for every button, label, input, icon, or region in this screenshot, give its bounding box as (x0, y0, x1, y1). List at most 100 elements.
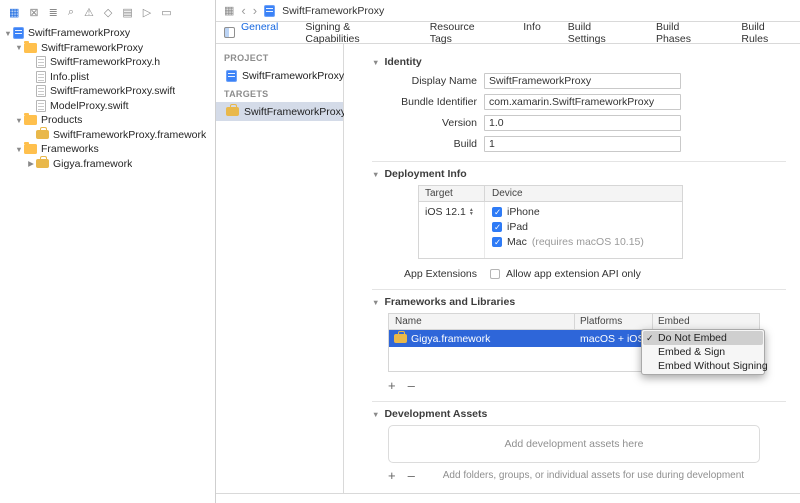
tab-resource-tags[interactable]: Resource Tags (430, 21, 497, 45)
tree-item-file[interactable]: SwiftFrameworkProxy.swift (0, 84, 215, 99)
frameworks-table-wrap: Name Platforms Embed Gigya.framework mac… (388, 313, 768, 375)
navigator-selector-bar: ▦ ⊠ ≣ ⌕ ⚠ ◇ ▤ ▷ ▭ (0, 0, 215, 24)
menu-item-embed-and-sign[interactable]: Embed & Sign (643, 345, 763, 359)
tab-signing-capabilities[interactable]: Signing & Capabilities (305, 21, 402, 45)
checkmark-icon: ✓ (646, 332, 654, 343)
disclosure-open-icon[interactable]: ▼ (14, 116, 24, 125)
general-settings-pane: ▼ Identity Display Name Bundle Identifie… (344, 44, 800, 493)
frameworks-add-remove: + – (388, 379, 786, 392)
field-label: Bundle Identifier (401, 96, 477, 108)
embed-dropdown-menu: ✓ Do Not Embed Embed & Sign Embed Withou… (641, 329, 768, 375)
device-label: iPhone (507, 206, 540, 218)
editor-pane-icon[interactable] (224, 27, 235, 38)
menu-item-label: Embed & Sign (658, 346, 726, 358)
disclosure-closed-icon[interactable]: ▶ (26, 159, 36, 168)
device-row-mac: Mac (requires macOS 10.15) (492, 236, 682, 248)
field-label: Version (441, 117, 477, 129)
plist-file-icon (36, 70, 46, 83)
report-navigator-icon[interactable]: ▭ (161, 6, 171, 19)
settings-tab-bar: General Signing & Capabilities Resource … (216, 21, 800, 45)
swift-file-icon (36, 99, 46, 112)
app-extensions-checkbox[interactable] (490, 269, 500, 279)
editor-area: ▦ ‹ › SwiftFrameworkProxy General Signin… (216, 0, 800, 503)
tab-build-settings[interactable]: Build Settings (568, 21, 629, 45)
iphone-checkbox[interactable] (492, 207, 502, 218)
target-item-label: SwiftFrameworkProxy (244, 105, 347, 118)
jump-bar-title[interactable]: SwiftFrameworkProxy (282, 5, 384, 17)
breakpoint-navigator-icon[interactable]: ▷ (143, 6, 151, 19)
tree-item-file[interactable]: Info.plist (0, 70, 215, 85)
forward-icon[interactable]: › (253, 4, 257, 17)
development-assets-footer: + – Add folders, groups, or individual a… (388, 469, 760, 482)
disclosure-open-icon: ▼ (372, 57, 380, 67)
field-label: Display Name (411, 75, 477, 87)
framework-target-icon (226, 104, 239, 116)
file-name: Gigya.framework (53, 157, 133, 170)
display-name-field[interactable] (484, 73, 681, 89)
project-item[interactable]: SwiftFrameworkProxy (216, 66, 344, 85)
bundle-identifier-field[interactable] (484, 94, 681, 110)
symbol-navigator-icon[interactable]: ≣ (49, 6, 58, 19)
frameworks-section-header[interactable]: ▼ Frameworks and Libraries (372, 296, 786, 308)
disclosure-open-icon[interactable]: ▼ (14, 145, 24, 154)
project-navigator-icon[interactable]: ▦ (9, 6, 19, 19)
target-column-header: Target (419, 186, 485, 201)
tabs: General Signing & Capabilities Resource … (241, 21, 792, 45)
development-assets-section-header[interactable]: ▼ Development Assets (372, 408, 786, 420)
device-label: Mac (507, 236, 527, 248)
tree-item-framework[interactable]: ▶ Gigya.framework (0, 156, 215, 172)
tree-item-group[interactable]: ▼ Frameworks (0, 142, 215, 157)
tree-item-file[interactable]: ModelProxy.swift (0, 99, 215, 114)
app-extensions-label: App Extensions (404, 268, 477, 280)
project-icon (13, 27, 24, 40)
display-name-row: Display Name (372, 73, 786, 89)
jump-bar: ▦ ‹ › SwiftFrameworkProxy (216, 0, 800, 22)
debug-navigator-icon[interactable]: ▤ (122, 6, 132, 19)
add-asset-button[interactable]: + (388, 469, 396, 482)
tab-build-rules[interactable]: Build Rules (741, 21, 792, 45)
disclosure-open-icon[interactable]: ▼ (14, 43, 24, 52)
tree-item-file[interactable]: SwiftFrameworkProxy.framework (0, 127, 215, 143)
mac-checkbox[interactable] (492, 237, 502, 248)
framework-icon (36, 127, 49, 140)
swift-file-icon (36, 85, 46, 98)
identity-section-header[interactable]: ▼ Identity (372, 56, 786, 68)
issue-navigator-icon[interactable]: ⚠ (84, 6, 94, 19)
version-field[interactable] (484, 115, 681, 131)
file-name: SwiftFrameworkProxy.swift (50, 85, 176, 98)
test-navigator-icon[interactable]: ◇ (104, 6, 112, 19)
device-column-header: Device (492, 188, 523, 199)
development-assets-empty-text: Add development assets here (504, 438, 644, 450)
back-icon[interactable]: ‹ (241, 4, 245, 17)
ipad-checkbox[interactable] (492, 222, 502, 233)
ios-version-popup[interactable]: iOS 12.1 ▲ ▼ (425, 206, 474, 218)
tree-item-group[interactable]: ▼ Products (0, 113, 215, 128)
project-section-header: PROJECT (224, 53, 269, 63)
source-control-navigator-icon[interactable]: ⊠ (29, 6, 38, 19)
file-name: SwiftFrameworkProxy.framework (53, 128, 207, 141)
disclosure-open-icon: ▼ (372, 297, 380, 307)
target-item[interactable]: SwiftFrameworkProxy (216, 102, 347, 121)
remove-asset-button[interactable]: – (408, 469, 415, 482)
project-targets-panel: PROJECT SwiftFrameworkProxy TARGETS Swif… (216, 44, 347, 493)
tab-build-phases[interactable]: Build Phases (656, 21, 714, 45)
deployment-info-section-header[interactable]: ▼ Deployment Info (372, 168, 786, 180)
tree-item-project[interactable]: ▼ SwiftFrameworkProxy (0, 26, 215, 41)
add-framework-button[interactable]: + (388, 379, 396, 392)
tab-info[interactable]: Info (523, 21, 541, 45)
device-label: iPad (507, 221, 529, 233)
development-assets-dropzone[interactable]: Add development assets here (388, 425, 760, 463)
build-field[interactable] (484, 136, 681, 152)
tree-item-file[interactable]: SwiftFrameworkProxy.h (0, 55, 215, 70)
tab-general[interactable]: General (241, 21, 278, 45)
tree-item-group[interactable]: ▼ SwiftFrameworkProxy (0, 40, 215, 56)
menu-item-embed-without-signing[interactable]: Embed Without Signing (643, 359, 768, 373)
menu-item-do-not-embed[interactable]: ✓ Do Not Embed (643, 331, 763, 345)
project-icon (226, 69, 237, 82)
disclosure-open-icon[interactable]: ▼ (3, 29, 13, 38)
disclosure-open-icon: ▼ (372, 169, 380, 179)
framework-name: Gigya.framework (411, 332, 491, 345)
remove-framework-button[interactable]: – (408, 379, 415, 392)
find-navigator-icon[interactable]: ⌕ (68, 6, 74, 19)
related-items-icon[interactable]: ▦ (224, 4, 234, 17)
